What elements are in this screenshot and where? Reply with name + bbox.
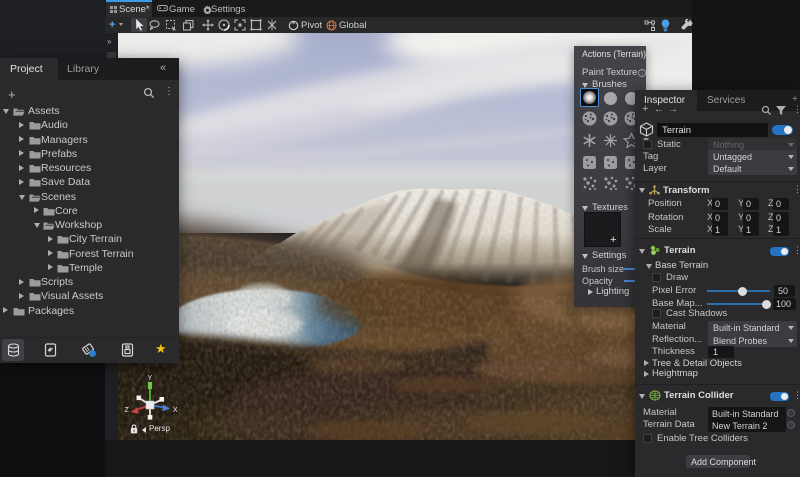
svg-text:Z: Z	[125, 407, 130, 414]
svg-text:Y: Y	[148, 375, 153, 382]
svg-text:X: X	[173, 407, 178, 414]
